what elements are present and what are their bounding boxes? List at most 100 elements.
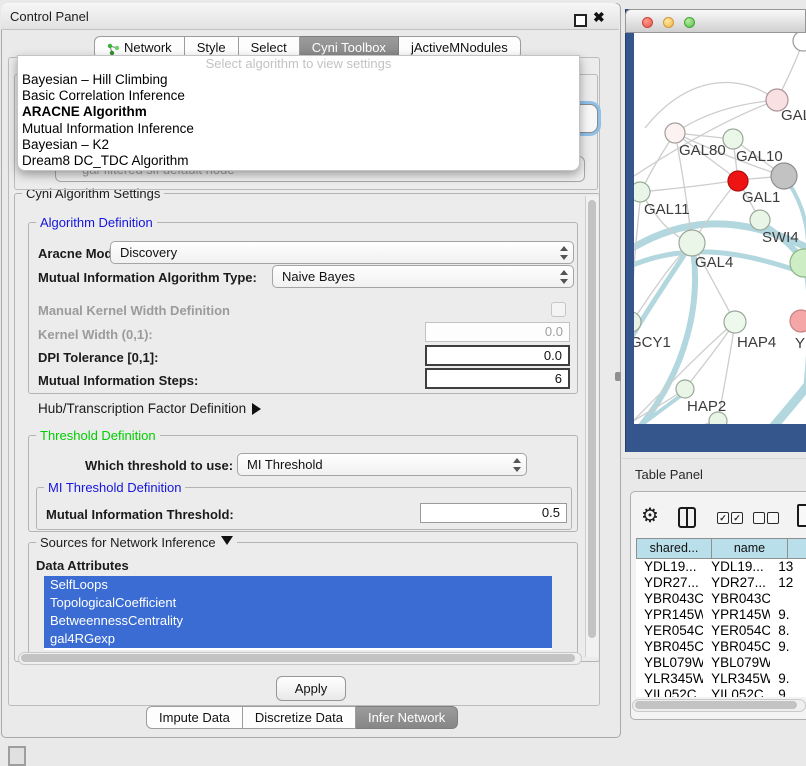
attribute-item-selfloops[interactable]: SelfLoops <box>44 576 552 594</box>
table-cell: YBL079W <box>703 655 770 671</box>
mi-steps-label: Mutual Information Steps: <box>38 373 198 388</box>
close-icon[interactable]: ✖ <box>593 9 605 26</box>
docked-window-icon[interactable] <box>8 746 26 766</box>
table-row[interactable]: YBL079WYBL079W <box>636 655 806 671</box>
tab-discretize-data[interactable]: Discretize Data <box>243 706 356 729</box>
table-horizontal-scrollbar[interactable] <box>632 699 806 712</box>
columns-icon[interactable] <box>678 507 696 528</box>
gear-icon[interactable]: ⚙ <box>641 503 659 528</box>
checked-box-icon[interactable]: ✓ <box>731 512 743 524</box>
which-threshold-value: MI Threshold <box>247 457 323 472</box>
table-cell: YPR145W <box>703 607 770 623</box>
network-icon <box>107 41 120 54</box>
table-row[interactable]: YER054CYER054C8. <box>636 623 806 639</box>
column-header-cut[interactable] <box>788 538 806 559</box>
close-window-light-icon[interactable] <box>642 17 653 28</box>
kernel-width-field[interactable]: 0.0 <box>425 322 570 342</box>
table-row[interactable]: YBR043CYBR043C <box>636 591 806 607</box>
table-row[interactable]: YIL052CYIL052C9 <box>636 687 806 697</box>
table-cell: YIL052C <box>636 687 703 697</box>
settings-vertical-scrollbar[interactable] <box>585 196 598 657</box>
settings-scrollbar-thumb[interactable] <box>588 200 596 638</box>
table-cell: YBL079W <box>636 655 703 671</box>
algorithm-option-bayesian-k2[interactable]: Bayesian – K2 <box>18 137 579 153</box>
panel-divider <box>622 458 806 459</box>
algorithm-option-mutual-information-inference[interactable]: Mutual Information Inference <box>18 121 579 137</box>
table-row[interactable]: YBR045CYBR045C9. <box>636 639 806 655</box>
aracne-mode-value: Discovery <box>120 245 177 260</box>
kernel-width-label: Kernel Width (0,1): <box>38 327 153 342</box>
which-threshold-label: Which threshold to use: <box>85 458 233 473</box>
float-window-icon[interactable] <box>574 14 587 27</box>
manual-kernel-label: Manual Kernel Width Definition <box>38 303 230 318</box>
table-row[interactable]: YDL19...YDL19...13 <box>636 559 806 575</box>
cyni-bottom-tab-bar: Impute Data Discretize Data Infer Network <box>146 706 458 729</box>
data-attributes-label: Data Attributes <box>36 558 129 573</box>
table-cell: 9. <box>770 671 806 687</box>
minimize-window-light-icon[interactable] <box>663 17 674 28</box>
dpi-tolerance-field[interactable]: 0.0 <box>425 345 570 366</box>
algorithm-option-basic-correlation-inference[interactable]: Basic Correlation Inference <box>18 88 579 104</box>
table-cell: 9 <box>770 687 806 697</box>
table-cell: 9. <box>770 607 806 623</box>
attribute-item-gal4rgexp[interactable]: gal4RGexp <box>44 630 552 648</box>
tab-label: Impute Data <box>159 707 230 728</box>
attribute-item-topologicalcoefficient[interactable]: TopologicalCoefficient <box>44 594 552 612</box>
tab-label: Infer Network <box>368 707 445 728</box>
table-cell: 12 <box>770 575 806 591</box>
network-window-titlebar[interactable] <box>625 9 806 33</box>
network-canvas[interactable] <box>634 33 806 424</box>
algorithm-option-bayesian-hill-climbing[interactable]: Bayesian – Hill Climbing <box>18 72 579 88</box>
table-scrollbar-thumb[interactable] <box>635 701 797 709</box>
horizontal-scrollbar-thumb[interactable] <box>21 654 575 662</box>
hub-section-toggle[interactable]: Hub/Transcription Factor Definition <box>38 401 267 416</box>
table-cell: YPR145W <box>636 607 703 623</box>
unchecked-box-icon[interactable] <box>753 512 765 524</box>
document-icon[interactable] <box>797 504 806 527</box>
attribute-item-betweennesscentrality[interactable]: BetweennessCentrality <box>44 612 552 630</box>
table-row[interactable]: YPR145WYPR145W9. <box>636 607 806 623</box>
unchecked-box-icon[interactable] <box>767 512 779 524</box>
table-cell: YDL19... <box>636 559 703 575</box>
tab-infer-network[interactable]: Infer Network <box>356 706 458 729</box>
table-row[interactable]: YLR345WYLR345W9. <box>636 671 806 687</box>
panel-split-handle[interactable] <box>615 372 621 381</box>
table-cell <box>770 591 806 607</box>
mi-type-value: Naive Bayes <box>282 269 355 284</box>
checked-box-icon[interactable]: ✓ <box>717 512 729 524</box>
algorithm-option-aracne-algorithm[interactable]: ARACNE Algorithm <box>18 104 579 120</box>
table-cell: YBR045C <box>703 639 770 655</box>
mi-steps-field[interactable]: 6 <box>425 368 570 389</box>
control-panel-title: Control Panel <box>10 9 89 24</box>
expanded-arrow-icon <box>221 536 233 551</box>
zoom-window-light-icon[interactable] <box>684 17 695 28</box>
table-body[interactable]: YDL19...YDL19...13YDR27...YDR27...12YBR0… <box>636 559 806 697</box>
table-cell: YDR27... <box>703 575 770 591</box>
dpi-tolerance-label: DPI Tolerance [0,1]: <box>38 350 158 365</box>
hub-section-label: Hub/Transcription Factor Definition <box>38 401 246 416</box>
which-threshold-combo[interactable]: MI Threshold <box>237 453 527 476</box>
table-cell: 13 <box>770 559 806 575</box>
settings-horizontal-scrollbar[interactable] <box>18 652 582 665</box>
table-row[interactable]: YDR27...YDR27...12 <box>636 575 806 591</box>
mi-threshold-group-title: MI Threshold Definition <box>44 480 185 495</box>
table-cell: 8. <box>770 623 806 639</box>
threshold-definition-title: Threshold Definition <box>36 428 160 443</box>
column-header-shared[interactable]: shared... <box>636 538 712 559</box>
table-cell: YBR043C <box>636 591 703 607</box>
sources-group-title[interactable]: Sources for Network Inference <box>36 535 237 551</box>
aracne-mode-combo[interactable]: Discovery <box>110 241 574 264</box>
apply-button[interactable]: Apply <box>276 676 346 701</box>
mi-threshold-field[interactable]: 0.5 <box>420 503 567 523</box>
mi-algorithm-type-combo[interactable]: Naive Bayes <box>272 265 574 288</box>
column-header-name[interactable]: name <box>712 538 788 559</box>
tab-label: Discretize Data <box>255 707 343 728</box>
manual-kernel-checkbox[interactable] <box>551 302 566 317</box>
combo-arrows-icon <box>559 269 568 285</box>
algorithm-dropdown-popup: Select algorithm to view settings Bayesi… <box>17 55 580 171</box>
algorithm-option-dream8-dc-tdc-algorithm[interactable]: Dream8 DC_TDC Algorithm <box>18 153 579 169</box>
tab-impute-data[interactable]: Impute Data <box>146 706 243 729</box>
data-attributes-list[interactable]: SelfLoopsTopologicalCoefficientBetweenne… <box>44 576 552 650</box>
table-cell: 9. <box>770 639 806 655</box>
table-cell: YDR27... <box>636 575 703 591</box>
